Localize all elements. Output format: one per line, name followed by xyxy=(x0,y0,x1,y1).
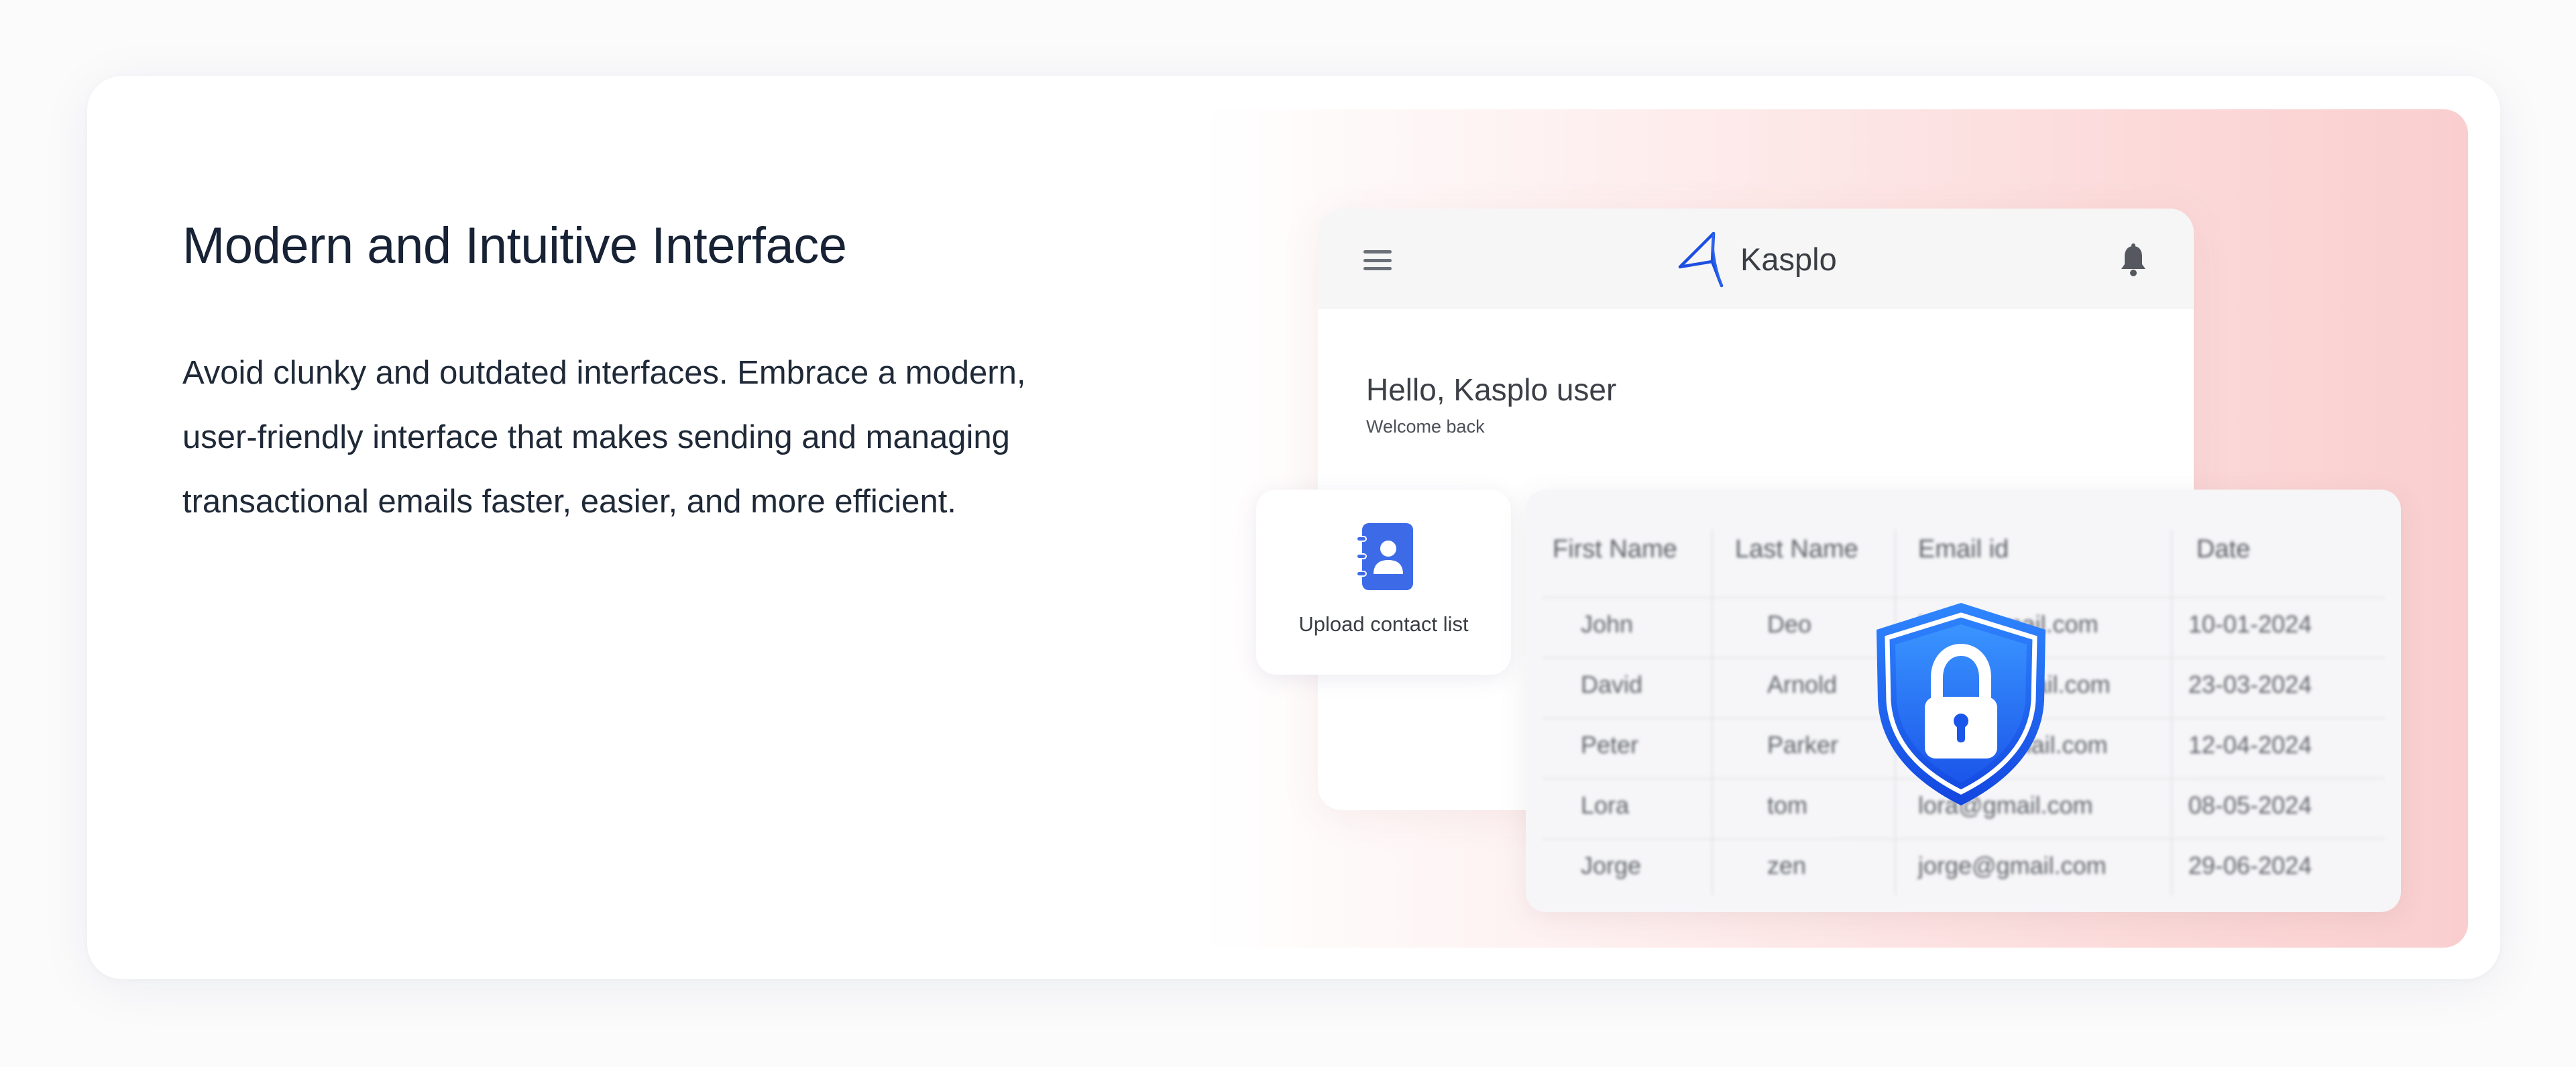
header-date[interactable]: Date xyxy=(2196,535,2250,564)
cell-last-name: Parker xyxy=(1767,731,1839,759)
cell-email: jorge@gmail.com xyxy=(1918,852,2107,879)
header-email[interactable]: Email id xyxy=(1918,535,2009,564)
cell-date: 08-05-2024 xyxy=(2188,791,2312,819)
cell-last-name: Deo xyxy=(1767,610,1812,638)
welcome-text: Welcome back xyxy=(1366,416,1485,437)
kasplo-logo-icon xyxy=(1678,231,1724,288)
column-divider xyxy=(1712,530,1713,895)
app-header: Kasplo xyxy=(1318,209,2194,309)
header-first-name[interactable]: First Name xyxy=(1553,535,1677,564)
column-divider xyxy=(2171,530,2172,895)
cell-last-name: tom xyxy=(1767,791,1808,819)
cell-first-name: David xyxy=(1581,671,1643,698)
cell-first-name: John xyxy=(1581,610,1634,638)
cell-last-name: zen xyxy=(1767,852,1807,879)
brand-name: Kasplo xyxy=(1740,241,1837,277)
bell-icon[interactable] xyxy=(2119,243,2148,277)
shield-lock-icon xyxy=(1877,603,2046,805)
cell-date: 10-01-2024 xyxy=(2188,610,2312,638)
cell-first-name: Lora xyxy=(1581,791,1630,819)
cell-first-name: Jorge xyxy=(1581,852,1642,879)
upload-contact-card[interactable]: Upload contact list xyxy=(1256,490,1511,675)
cell-date: 29-06-2024 xyxy=(2188,852,2312,879)
contact-book-icon xyxy=(1357,523,1413,590)
feature-title: Modern and Intuitive Interface xyxy=(182,217,847,274)
row-divider xyxy=(1543,838,2384,840)
header-last-name[interactable]: Last Name xyxy=(1735,535,1858,564)
cell-last-name: Arnold xyxy=(1767,671,1838,698)
cell-date: 23-03-2024 xyxy=(2188,671,2312,698)
cell-date: 12-04-2024 xyxy=(2188,731,2312,759)
feature-description: Avoid clunky and outdated interfaces. Em… xyxy=(182,355,1026,520)
cell-first-name: Peter xyxy=(1581,731,1639,759)
row-divider xyxy=(1543,597,2384,598)
brand[interactable]: Kasplo xyxy=(1672,229,1837,289)
upload-contact-label: Upload contact list xyxy=(1298,612,1469,636)
hamburger-menu-icon[interactable] xyxy=(1363,250,1392,270)
greeting-text: Hello, Kasplo user xyxy=(1366,372,1617,407)
